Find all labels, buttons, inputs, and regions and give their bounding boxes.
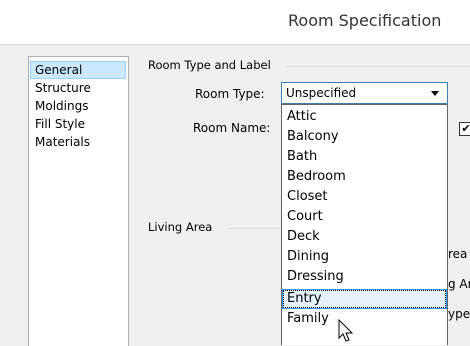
mouse-pointer-icon	[338, 319, 354, 342]
room-name-label: Room Name:	[193, 121, 271, 135]
room-type-select[interactable]: Unspecified	[281, 82, 448, 104]
room-type-value: Unspecified	[286, 86, 357, 100]
dropdown-option-attic[interactable]: Attic	[282, 107, 447, 127]
clipped-text-3: ype	[448, 307, 470, 321]
room-type-dropdown-list: Attic Balcony Bath Bedroom Closet Court …	[281, 104, 448, 345]
sidebar-nav: General Structure Moldings Fill Style Ma…	[28, 56, 129, 346]
dropdown-option-deck[interactable]: Deck	[282, 227, 447, 247]
dropdown-option-court[interactable]: Court	[282, 207, 447, 227]
living-area-group-label: Living Area	[148, 220, 213, 234]
dropdown-option-closet[interactable]: Closet	[282, 187, 447, 207]
title-bar: Room Specification	[0, 0, 470, 45]
living-area-group-divider	[228, 228, 281, 229]
window-title: Room Specification	[288, 11, 442, 30]
dropdown-option-balcony[interactable]: Balcony	[282, 127, 447, 147]
clipped-text-2: g Ar	[448, 277, 470, 291]
room-type-group-divider	[286, 66, 470, 67]
dropdown-option-bath[interactable]: Bath	[282, 147, 447, 167]
sidebar-item-materials[interactable]: Materials	[30, 133, 126, 151]
sidebar-item-general[interactable]: General	[30, 61, 126, 79]
dropdown-option-family[interactable]: Family	[282, 309, 447, 329]
room-type-group-label: Room Type and Label	[148, 58, 271, 72]
room-name-checkbox[interactable]: ✔	[459, 122, 470, 136]
clipped-text-1: rea	[448, 247, 468, 261]
sidebar-item-moldings[interactable]: Moldings	[30, 97, 126, 115]
chevron-down-icon	[431, 91, 439, 96]
sidebar-item-structure[interactable]: Structure	[30, 79, 126, 97]
dropdown-option-bedroom[interactable]: Bedroom	[282, 167, 447, 187]
room-type-label: Room Type:	[195, 87, 265, 101]
dropdown-option-dining[interactable]: Dining	[282, 247, 447, 267]
dropdown-option-dressing[interactable]: Dressing	[282, 267, 447, 287]
dropdown-option-entry[interactable]: Entry	[282, 289, 447, 309]
sidebar-item-fill-style[interactable]: Fill Style	[30, 115, 126, 133]
